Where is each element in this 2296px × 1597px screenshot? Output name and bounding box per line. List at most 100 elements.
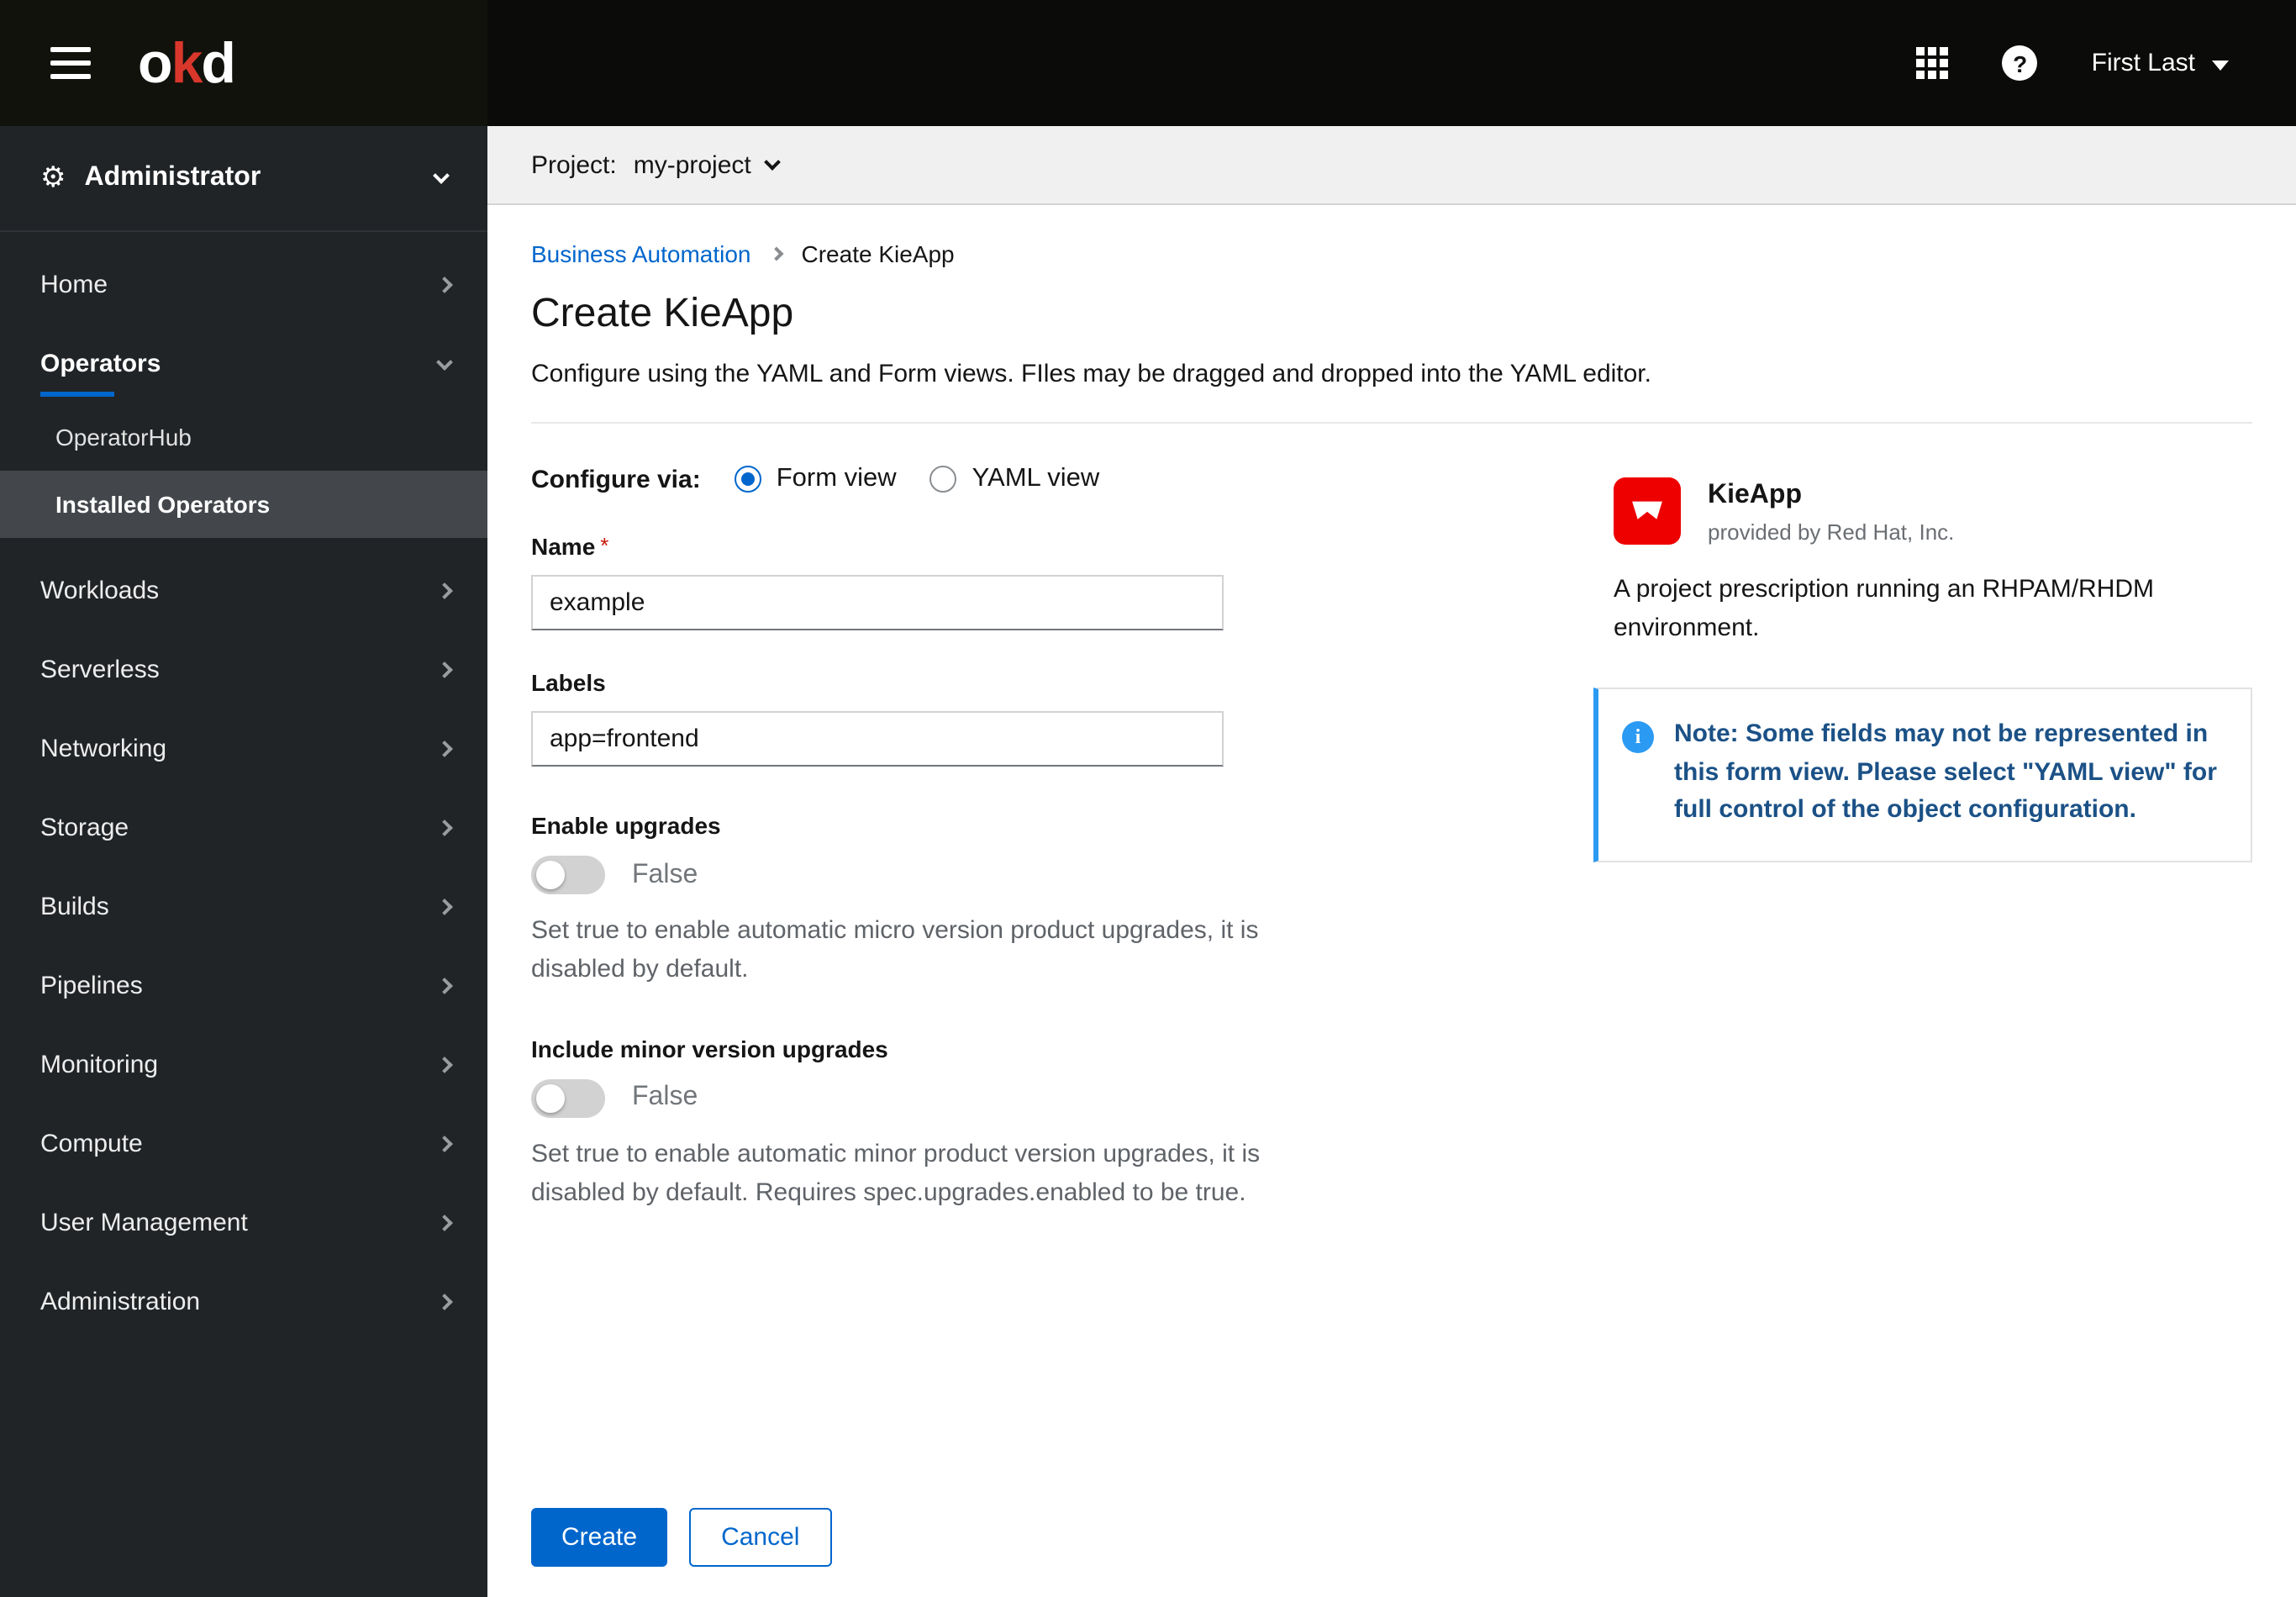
- project-selector[interactable]: my-project: [633, 150, 781, 179]
- apps-grid-icon: [1940, 47, 1949, 55]
- masthead-brand-area: okd: [0, 0, 487, 126]
- project-name: my-project: [633, 150, 751, 179]
- sidebar-item-label: Storage: [40, 814, 129, 842]
- sidebar-item-pipelines[interactable]: Pipelines: [0, 946, 487, 1025]
- logo-letter: k: [171, 31, 203, 95]
- chevron-right-icon: [436, 741, 453, 757]
- user-menu[interactable]: First Last: [2092, 49, 2229, 77]
- chevron-down-icon: [433, 167, 450, 184]
- enable-upgrades-group: Enable upgrades False Set true to enable…: [531, 812, 1355, 989]
- operator-header: KieApp provided by Red Hat, Inc.: [1593, 477, 2252, 545]
- sidebar-item-user-management[interactable]: User Management: [0, 1183, 487, 1262]
- chevron-right-icon: [436, 1136, 453, 1152]
- chevron-down-icon: [436, 353, 453, 370]
- gear-icon: ⚙: [40, 161, 66, 194]
- operator-provider: provided by Red Hat, Inc.: [1708, 519, 1955, 545]
- operator-description: A project prescription running an RHPAM/…: [1614, 575, 2155, 641]
- info-alert: i Note: Some fields may not be represent…: [1593, 688, 2252, 862]
- apps-grid-icon: [1928, 59, 1937, 67]
- project-label: Project:: [531, 150, 617, 179]
- sidebar-item-monitoring[interactable]: Monitoring: [0, 1025, 487, 1104]
- sidebar-item-label: Serverless: [40, 656, 160, 684]
- toggle-state-label: False: [632, 1083, 698, 1111]
- sidebar-item-label: Networking: [40, 735, 167, 763]
- chevron-right-icon: [436, 978, 453, 994]
- name-input[interactable]: [531, 575, 1224, 630]
- chevron-right-icon: [436, 582, 453, 599]
- sidebar: ⚙ Administrator Home Operators OperatorH…: [0, 126, 487, 1597]
- perspective-label: Administrator: [84, 163, 261, 192]
- sidebar-item-label: Installed Operators: [55, 491, 271, 518]
- chevron-right-icon: [436, 661, 453, 678]
- nav-toggle-button[interactable]: [50, 40, 97, 87]
- sidebar-item-label: OperatorHub: [55, 424, 192, 451]
- breadcrumb: Business Automation Create KieApp: [531, 240, 2252, 267]
- kieapp-logo-icon: [1614, 477, 1681, 545]
- question-mark-icon: ?: [2013, 50, 2028, 76]
- operators-subnav: OperatorHub Installed Operators: [0, 403, 487, 538]
- sidebar-item-label: Monitoring: [40, 1051, 159, 1079]
- name-label: Name: [531, 533, 596, 560]
- sidebar-item-label: Compute: [40, 1130, 143, 1158]
- chevron-right-icon: [436, 899, 453, 915]
- enable-upgrades-label: Enable upgrades: [531, 812, 721, 839]
- sidebar-item-home[interactable]: Home: [0, 245, 487, 324]
- create-form: Configure via: Form view YAML view Name …: [531, 464, 1355, 1570]
- project-bar: Project: my-project: [487, 126, 2296, 205]
- page-content: Business Automation Create KieApp Create…: [487, 205, 2296, 1597]
- sidebar-item-label: Workloads: [40, 577, 160, 605]
- sidebar-item-storage[interactable]: Storage: [0, 788, 487, 867]
- sidebar-item-networking[interactable]: Networking: [0, 709, 487, 788]
- hamburger-icon: [50, 61, 91, 66]
- help-button[interactable]: ?: [2002, 45, 2038, 81]
- configure-via-label: Configure via:: [531, 465, 701, 493]
- radio-yaml-view[interactable]: YAML view: [929, 464, 1099, 494]
- logo-letter: o: [138, 31, 173, 95]
- main-area: Project: my-project Business Automation …: [487, 126, 2296, 1597]
- radio-unselected-icon: [929, 466, 957, 493]
- minor-upgrades-group: Include minor version upgrades False Set…: [531, 1035, 1355, 1212]
- apps-grid-icon: [1916, 59, 1925, 67]
- perspective-switcher[interactable]: ⚙ Administrator: [0, 126, 487, 232]
- apps-grid-icon: [1916, 71, 1925, 79]
- sidebar-item-builds[interactable]: Builds: [0, 867, 487, 946]
- apps-grid-icon: [1916, 47, 1925, 55]
- okd-logo[interactable]: okd: [138, 31, 236, 95]
- minor-upgrades-label: Include minor version upgrades: [531, 1035, 888, 1062]
- info-alert-text: Note: Some fields may not be represented…: [1674, 719, 2217, 824]
- labels-field-group: Labels: [531, 669, 1355, 767]
- okd-console: okd ? First Last ⚙ Administrator Home Op…: [0, 0, 2296, 1597]
- minor-upgrades-toggle[interactable]: [531, 1078, 605, 1117]
- name-field-group: Name *: [531, 533, 1355, 630]
- caret-down-icon: [2212, 60, 2229, 70]
- logo-letter: d: [201, 31, 236, 95]
- enable-upgrades-toggle[interactable]: [531, 856, 605, 894]
- apps-grid-icon: [1940, 59, 1949, 67]
- toggle-state-label: False: [632, 860, 698, 888]
- required-marker: *: [600, 533, 609, 558]
- apps-grid-icon: [1928, 47, 1937, 55]
- minor-upgrades-help: Set true to enable automatic minor produ…: [531, 1139, 1261, 1207]
- labels-input[interactable]: [531, 711, 1224, 767]
- app-launcher-button[interactable]: [1916, 47, 1949, 79]
- sidebar-item-administration[interactable]: Administration: [0, 1262, 487, 1341]
- page-description: Configure using the YAML and Form views.…: [531, 360, 1651, 388]
- chevron-right-icon: [436, 277, 453, 293]
- sidebar-item-operatorhub[interactable]: OperatorHub: [0, 403, 487, 471]
- create-button[interactable]: Create: [531, 1508, 668, 1567]
- form-actions: Create Cancel: [531, 1508, 1355, 1570]
- operator-side-panel: KieApp provided by Red Hat, Inc. A proje…: [1593, 464, 2252, 1570]
- breadcrumb-link-business-automation[interactable]: Business Automation: [531, 240, 751, 267]
- sidebar-item-workloads[interactable]: Workloads: [0, 551, 487, 630]
- divider: [531, 422, 2252, 424]
- sidebar-item-label: Builds: [40, 893, 109, 921]
- sidebar-item-operators[interactable]: Operators: [0, 324, 487, 403]
- sidebar-item-serverless[interactable]: Serverless: [0, 630, 487, 709]
- sidebar-item-compute[interactable]: Compute: [0, 1104, 487, 1183]
- radio-selected-icon: [734, 466, 761, 493]
- sidebar-item-label: Operators: [40, 350, 161, 378]
- cancel-button[interactable]: Cancel: [689, 1508, 832, 1567]
- sidebar-item-installed-operators[interactable]: Installed Operators: [0, 471, 487, 538]
- sidebar-item-label: Pipelines: [40, 972, 143, 1000]
- radio-form-view[interactable]: Form view: [734, 464, 897, 494]
